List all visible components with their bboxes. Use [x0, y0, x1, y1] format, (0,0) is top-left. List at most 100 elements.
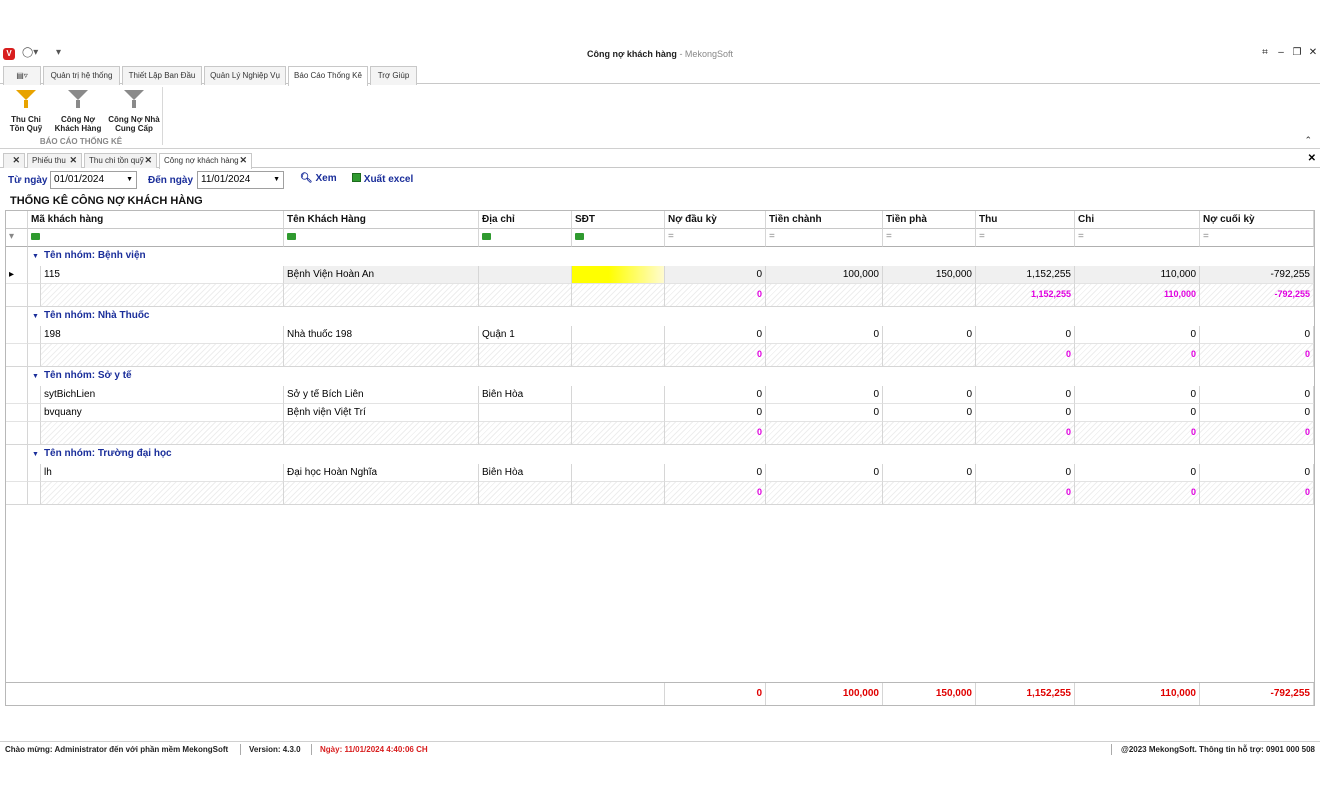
collapse-group-icon[interactable]: ▼	[32, 451, 39, 458]
cell-sdt[interactable]	[572, 266, 665, 284]
filter-cell-dia-chi[interactable]	[479, 229, 572, 247]
close-window-button[interactable]: ✕	[1306, 47, 1320, 58]
cell-sdt[interactable]	[572, 464, 665, 482]
cell-no-cuoi-ky[interactable]: 0	[1200, 404, 1314, 422]
close-doc-tab-button[interactable]: ✕	[3, 153, 25, 168]
group-row[interactable]: ▼ Tên nhóm: Sở y tế	[6, 367, 1314, 386]
filter-cell-sdt[interactable]	[572, 229, 665, 247]
column-header-ma-khach-hang[interactable]: Mã khách hàng	[28, 211, 284, 229]
cell-no-cuoi-ky[interactable]: -792,255	[1200, 266, 1314, 284]
tab-quan-tri[interactable]: Quản trị hệ thống	[43, 66, 120, 85]
cell-ten-khach-hang[interactable]: Đại học Hoàn Nghĩa	[284, 464, 479, 482]
cell-no-cuoi-ky[interactable]: 0	[1200, 326, 1314, 344]
cell-dia-chi[interactable]: Biên Hòa	[479, 464, 572, 482]
doc-tab-cong-no-khach-hang[interactable]: Công nợ khách hàng ✕	[159, 153, 252, 169]
close-all-tabs-icon[interactable]: ✕	[1308, 153, 1316, 164]
filter-cell-ma-khach-hang[interactable]	[28, 229, 284, 247]
group-subtotal-row[interactable]: 0000	[6, 344, 1314, 367]
cell-sdt[interactable]	[572, 326, 665, 344]
app-menu-button[interactable]: ▤▿	[3, 66, 41, 85]
table-row[interactable]: ▸ 115 Bệnh Viện Hoàn An 0 100,000 150,000 1,15…	[6, 266, 1314, 284]
cell-no-cuoi-ky[interactable]: 0	[1200, 386, 1314, 404]
collapse-ribbon-icon[interactable]: ⌃	[1304, 135, 1312, 146]
cell-no-dau-ky[interactable]: 0	[665, 326, 766, 344]
cell-thu[interactable]: 0	[976, 326, 1075, 344]
collapse-group-icon[interactable]: ▼	[32, 253, 39, 260]
column-header-no-dau-ky[interactable]: Nợ đầu kỳ	[665, 211, 766, 229]
filter-cell-chi[interactable]: =	[1075, 229, 1200, 247]
column-header-thu[interactable]: Thu	[976, 211, 1075, 229]
group-label[interactable]: ▼ Tên nhóm: Nhà Thuốc	[32, 307, 149, 326]
tab-quan-ly[interactable]: Quản Lý Nghiệp Vụ	[204, 66, 286, 85]
cell-dia-chi[interactable]: Quận 1	[479, 326, 572, 344]
group-label[interactable]: ▼ Tên nhóm: Sở y tế	[32, 367, 132, 386]
filter-cell-no-cuoi-ky[interactable]: =	[1200, 229, 1314, 247]
column-header-dia-chi[interactable]: Địa chỉ	[479, 211, 572, 229]
cell-tien-pha[interactable]: 150,000	[883, 266, 976, 284]
cell-thu[interactable]: 0	[976, 464, 1075, 482]
cell-ten-khach-hang[interactable]: Sở y tế Bích Liên	[284, 386, 479, 404]
cell-sdt[interactable]	[572, 404, 665, 422]
cell-ten-khach-hang[interactable]: Bệnh viện Việt Trí	[284, 404, 479, 422]
cell-ma-khach-hang[interactable]: 198	[41, 326, 284, 344]
cell-ten-khach-hang[interactable]: Nhà thuốc 198	[284, 326, 479, 344]
cell-no-dau-ky[interactable]: 0	[665, 404, 766, 422]
debt-grid[interactable]: Mã khách hàng Tên Khách Hàng Địa chỉ SĐT Nợ …	[5, 210, 1315, 706]
group-row[interactable]: ▼ Tên nhóm: Trường đại học	[6, 445, 1314, 464]
cell-ma-khach-hang[interactable]: 115	[41, 266, 284, 284]
minimize-button[interactable]: –	[1274, 47, 1288, 58]
doc-tab-phieu-thu[interactable]: Phiếu thu ✕	[27, 153, 82, 168]
cell-tien-chanh[interactable]: 0	[766, 326, 883, 344]
grand-total-row[interactable]: 0 100,000 150,000 1,152,255 110,000 -792,255	[6, 682, 1314, 705]
to-date-input[interactable]: 11/01/2024 ▼	[197, 171, 284, 189]
cell-ten-khach-hang[interactable]: Bệnh Viện Hoàn An	[284, 266, 479, 284]
cong-no-khach-hang-button[interactable]: Công Nợ Khách Hàng	[52, 88, 104, 133]
group-subtotal-row[interactable]: 0000	[6, 482, 1314, 505]
close-icon[interactable]: ✕	[144, 154, 152, 167]
cong-no-nha-cung-cap-button[interactable]: Công Nợ Nhà Cung Cấp	[108, 88, 160, 133]
table-row[interactable]: sytBichLien Sở y tế Bích Liên Biên Hòa 0 0 0 0…	[6, 386, 1314, 404]
table-row[interactable]: 198 Nhà thuốc 198 Quận 1000000	[6, 326, 1314, 344]
group-subtotal-row[interactable]: 0000	[6, 422, 1314, 445]
group-row[interactable]: ▼ Tên nhóm: Bệnh viện	[6, 247, 1314, 266]
screenshot-icon[interactable]: ⌗	[1258, 47, 1272, 58]
cell-tien-chanh[interactable]: 0	[766, 386, 883, 404]
thu-chi-ton-quy-button[interactable]: Thu Chi Tồn Quỹ	[6, 88, 46, 133]
filter-cell-tien-chanh[interactable]: =	[766, 229, 883, 247]
tab-tro-giup[interactable]: Trợ Giúp	[370, 66, 417, 85]
cell-ma-khach-hang[interactable]: bvquany	[41, 404, 284, 422]
close-icon[interactable]: ✕	[69, 154, 77, 167]
column-header-tien-chanh[interactable]: Tiền chành	[766, 211, 883, 229]
cell-thu[interactable]: 0	[976, 386, 1075, 404]
table-row[interactable]: lh Đại học Hoàn Nghĩa Biên Hòa 0 0 0 0 0 0	[6, 464, 1314, 482]
tab-bao-cao[interactable]: Báo Cáo Thống Kê	[288, 66, 368, 86]
cell-chi[interactable]: 0	[1075, 326, 1200, 344]
group-label[interactable]: ▼ Tên nhóm: Trường đại học	[32, 445, 172, 464]
cell-dia-chi[interactable]	[479, 266, 572, 284]
group-label[interactable]: ▼ Tên nhóm: Bệnh viện	[32, 247, 146, 266]
cell-dia-chi[interactable]	[479, 404, 572, 422]
column-header-chi[interactable]: Chi	[1075, 211, 1200, 229]
group-row[interactable]: ▼ Tên nhóm: Nhà Thuốc	[6, 307, 1314, 326]
doc-tab-thu-chi-ton-quy[interactable]: Thu chi tồn quỹ ✕	[84, 153, 157, 168]
export-excel-button[interactable]: Xuất excel	[352, 173, 413, 185]
filter-cell-tien-pha[interactable]: =	[883, 229, 976, 247]
cell-no-dau-ky[interactable]: 0	[665, 464, 766, 482]
cell-no-dau-ky[interactable]: 0	[665, 266, 766, 284]
from-date-input[interactable]: 01/01/2024 ▼	[50, 171, 137, 189]
collapse-group-icon[interactable]: ▼	[32, 313, 39, 320]
auto-filter-row[interactable]: ▾ = = = = = =	[6, 229, 1314, 247]
header-row[interactable]: Mã khách hàng Tên Khách Hàng Địa chỉ SĐT Nợ …	[6, 211, 1314, 229]
column-header-ten-khach-hang[interactable]: Tên Khách Hàng	[284, 211, 479, 229]
cell-thu[interactable]: 1,152,255	[976, 266, 1075, 284]
collapse-group-icon[interactable]: ▼	[32, 373, 39, 380]
cell-chi[interactable]: 0	[1075, 404, 1200, 422]
cell-chi[interactable]: 110,000	[1075, 266, 1200, 284]
cell-tien-pha[interactable]: 0	[883, 404, 976, 422]
cell-no-cuoi-ky[interactable]: 0	[1200, 464, 1314, 482]
column-header-sdt[interactable]: SĐT	[572, 211, 665, 229]
tab-thiet-lap[interactable]: Thiết Lập Ban Đầu	[122, 66, 202, 85]
cell-tien-chanh[interactable]: 100,000	[766, 266, 883, 284]
cell-no-dau-ky[interactable]: 0	[665, 386, 766, 404]
close-icon[interactable]: ✕	[239, 154, 247, 167]
